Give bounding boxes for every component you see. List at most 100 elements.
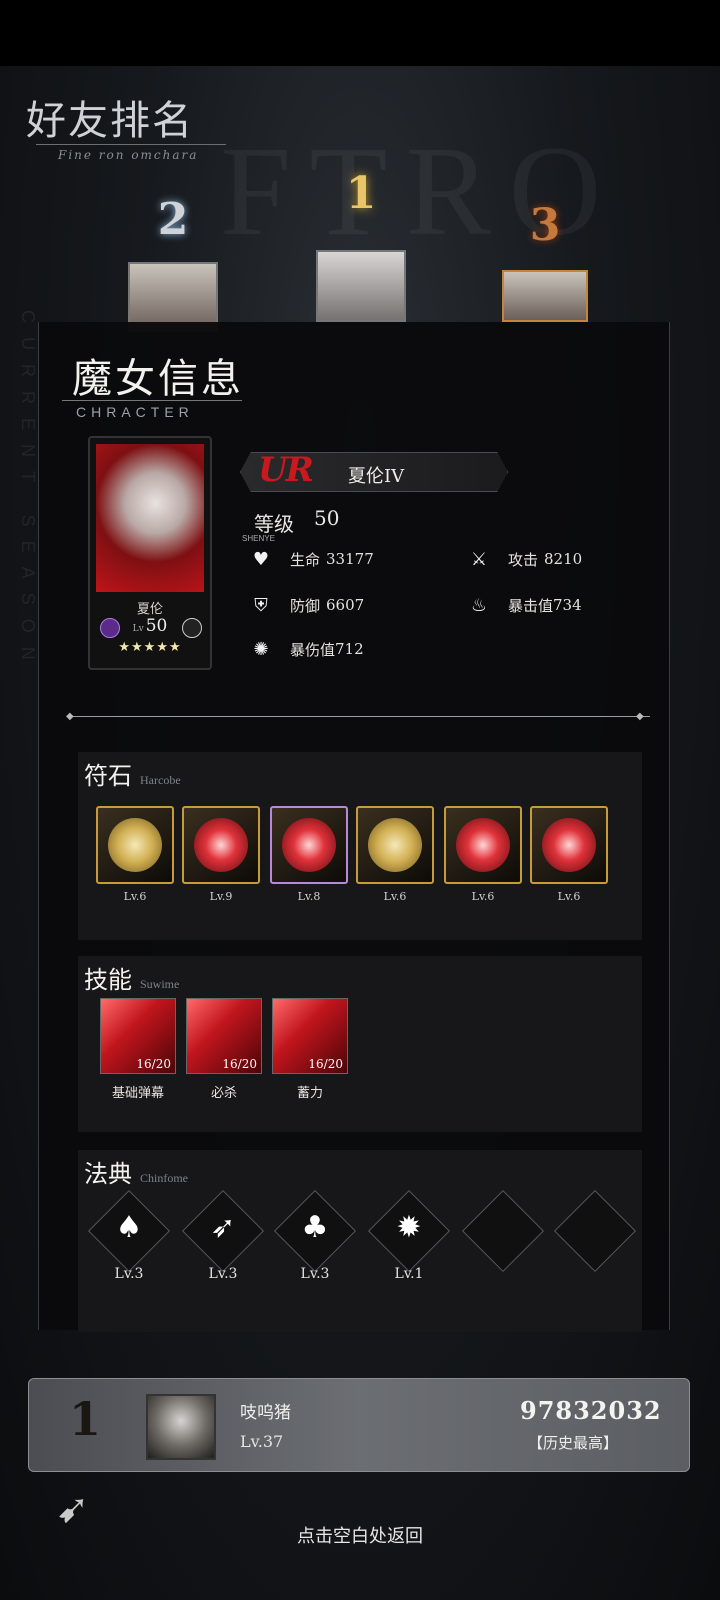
rune-6-level: Lv.6 <box>557 890 581 903</box>
card-character-name: 夏伦 <box>136 602 163 617</box>
flame-icon: ♨ <box>470 594 488 616</box>
rune-subtitle: Harcobe <box>140 773 181 787</box>
skill-section-title: 技能 Suwime <box>84 960 179 995</box>
rune-6-icon <box>542 818 596 872</box>
modal-title-divider <box>62 400 242 401</box>
rune-slot-6[interactable] <box>530 806 608 884</box>
skill-2-name: 必杀 <box>210 1086 237 1101</box>
burst-icon: ✺ <box>253 638 269 660</box>
divider-arrow-right: ◆ <box>636 711 644 722</box>
rune-5-icon <box>456 818 510 872</box>
rune-section-title: 符石 Harcobe <box>84 756 181 791</box>
sword-icon: ⚔ <box>470 548 488 570</box>
stat-hp-value: 33177 <box>326 550 374 568</box>
shield-icon: ⛨ <box>254 594 268 616</box>
status-bar <box>0 0 720 66</box>
stat-attack-value: 8210 <box>544 550 583 568</box>
stat-crit-damage: ✺ 暴伤值 712 <box>250 638 364 660</box>
stat-crit-label: 暴击值 <box>508 596 554 615</box>
stat-defense-value: 6607 <box>326 596 365 614</box>
rune-slot-3[interactable] <box>270 806 348 884</box>
rune-4-level: Lv.6 <box>383 890 407 903</box>
rank-3-badge: 3 <box>529 200 561 251</box>
codex-3-icon: ♣ <box>301 1210 329 1245</box>
tap-to-return-hint[interactable]: 点击空白处返回 <box>0 1522 720 1548</box>
page-title: 好友排名 <box>26 98 194 144</box>
card-stars: ★★★★★ <box>118 640 182 655</box>
rank-1-badge: 1 <box>345 168 377 219</box>
stat-defense-label: 防御 <box>290 596 321 615</box>
codex-title-text: 法典 <box>84 1160 132 1188</box>
page-subtitle: Fine ron omchara <box>58 148 199 162</box>
character-card[interactable]: 夏伦 Lv 50 ★★★★★ <box>88 436 212 670</box>
rank-2-badge: 2 <box>157 194 189 245</box>
codex-4-icon: ✹ <box>396 1210 422 1245</box>
rune-2-level: Lv.9 <box>209 890 233 903</box>
score-note: 【历史最高】 <box>528 1434 619 1452</box>
level-label: 等级 <box>254 512 294 536</box>
stat-crit-value: 734 <box>553 596 582 614</box>
stat-crit-damage-label: 暴伤值 <box>290 640 336 659</box>
modal-subtitle: CHRACTER <box>76 404 194 420</box>
character-name: 夏伦IV <box>348 466 405 487</box>
player-score: 97832032 <box>520 1396 662 1425</box>
skill-subtitle: Suwime <box>140 977 180 991</box>
player-name: 吱呜猪 <box>240 1403 291 1423</box>
codex-2-level: Lv.3 <box>208 1266 238 1282</box>
stat-attack-label: 攻击 <box>508 550 539 569</box>
rank-1-portrait[interactable] <box>316 250 406 322</box>
modal-title: 魔女信息 <box>72 356 244 402</box>
skill-slot-3[interactable]: 16/20 <box>272 998 348 1074</box>
rune-slot-5[interactable] <box>444 806 522 884</box>
stat-crit: ♨ 暴击值 734 <box>468 594 582 616</box>
level-tag: SHENYE <box>242 534 275 543</box>
skill-slot-1[interactable]: 16/20 <box>100 998 176 1074</box>
rune-slot-4[interactable] <box>356 806 434 884</box>
rune-slot-2[interactable] <box>182 806 260 884</box>
character-portrait <box>96 444 204 592</box>
skill-2-count: 16/20 <box>222 1057 257 1071</box>
rune-1-icon <box>108 818 162 872</box>
vertical-watermark: CURRENT SEASON <box>18 310 38 674</box>
skill-1-name: 基础弹幕 <box>111 1086 164 1101</box>
rune-1-level: Lv.6 <box>123 890 147 903</box>
rank-3-portrait[interactable] <box>502 270 588 322</box>
avatar[interactable] <box>146 1394 216 1460</box>
stat-attack: ⚔ 攻击 8210 <box>468 548 582 570</box>
title-divider <box>36 144 226 145</box>
skill-title-text: 技能 <box>84 966 132 994</box>
codex-3-level: Lv.3 <box>300 1266 330 1282</box>
rune-3-level: Lv.8 <box>297 890 321 903</box>
section-divider <box>70 716 650 717</box>
codex-1-level: Lv.3 <box>114 1266 144 1282</box>
codex-subtitle: Chinfome <box>140 1171 188 1185</box>
stat-defense: ⛨ 防御 6607 <box>250 594 364 616</box>
divider-arrow-left: ◆ <box>66 711 74 722</box>
stat-crit-damage-value: 712 <box>335 640 364 658</box>
codex-4-level: Lv.1 <box>394 1266 424 1282</box>
player-level: Lv.37 <box>240 1432 284 1451</box>
skill-3-count: 16/20 <box>308 1057 343 1071</box>
card-level-prefix: Lv <box>132 624 144 634</box>
rune-5-level: Lv.6 <box>471 890 495 903</box>
rune-4-icon <box>368 818 422 872</box>
codex-2-icon: ➶ <box>210 1210 236 1245</box>
rune-title-text: 符石 <box>84 762 132 790</box>
rune-2-icon <box>194 818 248 872</box>
rarity-badge: UR <box>258 450 314 490</box>
codex-1-icon: ♠ <box>115 1210 143 1245</box>
my-rank-number: 1 <box>68 1392 101 1446</box>
rune-slot-1[interactable] <box>96 806 174 884</box>
codex-section-title: 法典 Chinfome <box>84 1154 188 1189</box>
rune-3-icon <box>282 818 336 872</box>
stat-hp-label: 生命 <box>290 550 321 569</box>
heart-icon: ♥ <box>252 548 270 570</box>
card-level-value: 50 <box>145 616 168 636</box>
skill-3-name: 蓄力 <box>296 1086 323 1101</box>
skill-slot-2[interactable]: 16/20 <box>186 998 262 1074</box>
level-value: 50 <box>314 506 340 530</box>
my-rank-bar <box>28 1378 690 1472</box>
skill-1-count: 16/20 <box>136 1057 171 1071</box>
class-icon <box>182 618 202 638</box>
stat-hp: ♥ 生命 33177 <box>250 548 374 570</box>
